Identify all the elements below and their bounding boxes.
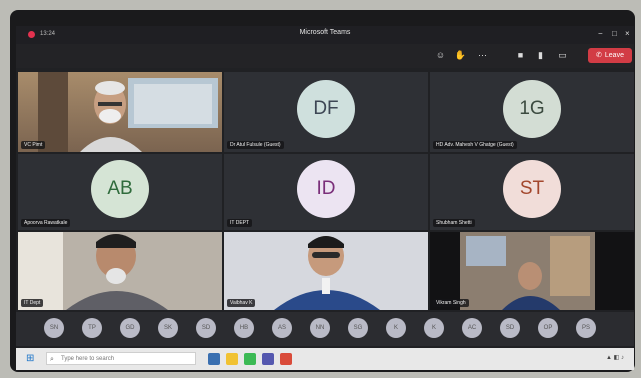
system-tray[interactable]: ▲ ◧ ♪: [606, 354, 624, 361]
participant-name: IT Dept: [21, 299, 44, 307]
participant-name: HD Adv. Mahesh V Ghatge (Guest): [433, 141, 517, 149]
participant-chip[interactable]: AS: [272, 318, 292, 338]
participant-name: Dr Atul Fulsule (Guest): [227, 141, 284, 149]
windows-taskbar: ⊞ ⌕ Type here to search ▲ ◧ ♪: [16, 348, 634, 370]
app-icon[interactable]: [280, 353, 292, 365]
raise-hand-icon[interactable]: ✋: [454, 49, 467, 62]
participant-name: Shubham Shetti: [433, 219, 475, 227]
leave-button[interactable]: ✆ Leave: [588, 48, 632, 63]
participant-name: IT DEPT: [227, 219, 253, 227]
participant-strip: SN TP GD SK SD HB AS NN SG K K AC SD OP …: [16, 312, 634, 346]
participant-video: [38, 72, 218, 152]
participant-chip[interactable]: OP: [538, 318, 558, 338]
participant-avatar: AB: [91, 160, 149, 218]
participant-chip[interactable]: AC: [462, 318, 482, 338]
more-options-icon[interactable]: ⋯: [476, 49, 489, 62]
avatar-tile-1g[interactable]: 1G HD Adv. Mahesh V Ghatge (Guest): [430, 72, 634, 152]
participant-chip[interactable]: GD: [120, 318, 140, 338]
close-icon[interactable]: ×: [625, 29, 630, 38]
reactions-icon[interactable]: ☺: [434, 49, 447, 62]
windows-start-icon[interactable]: ⊞: [26, 353, 37, 364]
participant-grid: VC Pimt DF Dr Atul Fulsule (Guest) 1G HD…: [16, 70, 634, 310]
participant-chip[interactable]: SG: [348, 318, 368, 338]
participant-chip[interactable]: K: [424, 318, 444, 338]
participant-name: VC Pimt: [21, 141, 46, 149]
meeting-toolbar: ☺ ✋ ⋯ ■ ▮ ▭ ✆ Leave: [16, 44, 634, 68]
teams-window: 13:24 Microsoft Teams − □ × ☺ ✋ ⋯ ■ ▮ ▭ …: [16, 26, 634, 370]
leave-label: Leave: [604, 52, 624, 59]
participant-name: Apoorva Rawatkale: [21, 219, 71, 227]
microphone-icon[interactable]: ▮: [534, 49, 547, 62]
participant-chip[interactable]: K: [386, 318, 406, 338]
avatar-tile-st[interactable]: ST Shubham Shetti: [430, 154, 634, 230]
avatar-tile-df[interactable]: DF Dr Atul Fulsule (Guest): [224, 72, 428, 152]
avatar-tile-ab[interactable]: AB Apoorva Rawatkale: [18, 154, 222, 230]
minimize-icon[interactable]: −: [598, 29, 603, 38]
phone-icon: ✆: [596, 52, 602, 59]
participant-chip[interactable]: HB: [234, 318, 254, 338]
maximize-icon[interactable]: □: [612, 29, 617, 38]
participant-chip[interactable]: SD: [196, 318, 216, 338]
chrome-icon[interactable]: [244, 353, 256, 365]
video-tile-it-dept[interactable]: IT Dept: [18, 232, 222, 310]
participant-chip[interactable]: SK: [158, 318, 178, 338]
video-tile-vikram[interactable]: Vikram Singh: [430, 232, 634, 310]
participant-name: Vikram Singh: [433, 299, 469, 307]
file-explorer-icon[interactable]: [226, 353, 238, 365]
participant-avatar: ID: [297, 160, 355, 218]
taskbar-search[interactable]: ⌕ Type here to search: [46, 352, 196, 365]
teams-taskbar-icon[interactable]: [262, 353, 274, 365]
window-title: Microsoft Teams: [299, 29, 351, 36]
participant-video: [18, 232, 168, 310]
participant-chip[interactable]: NN: [310, 318, 330, 338]
search-icon: ⌕: [50, 356, 54, 363]
share-screen-icon[interactable]: ▭: [556, 49, 569, 62]
camera-icon[interactable]: ■: [514, 49, 527, 62]
task-view-icon[interactable]: [208, 353, 220, 365]
avatar-tile-id[interactable]: ID IT DEPT: [224, 154, 428, 230]
participant-name: Vaibhav K: [227, 299, 256, 307]
video-tile-vc-pimt[interactable]: VC Pimt: [18, 72, 222, 152]
participant-chip[interactable]: PS: [576, 318, 596, 338]
participant-avatar: DF: [297, 80, 355, 138]
participant-avatar: 1G: [503, 80, 561, 138]
participant-video: [274, 236, 380, 310]
search-placeholder: Type here to search: [61, 356, 115, 362]
participant-chip[interactable]: TP: [82, 318, 102, 338]
title-bar: 13:24 Microsoft Teams − □ ×: [16, 26, 634, 44]
participant-chip[interactable]: SN: [44, 318, 64, 338]
participant-chip[interactable]: SD: [500, 318, 520, 338]
video-tile-vaibhav[interactable]: Vaibhav K: [224, 232, 428, 310]
participant-avatar: ST: [503, 160, 561, 218]
